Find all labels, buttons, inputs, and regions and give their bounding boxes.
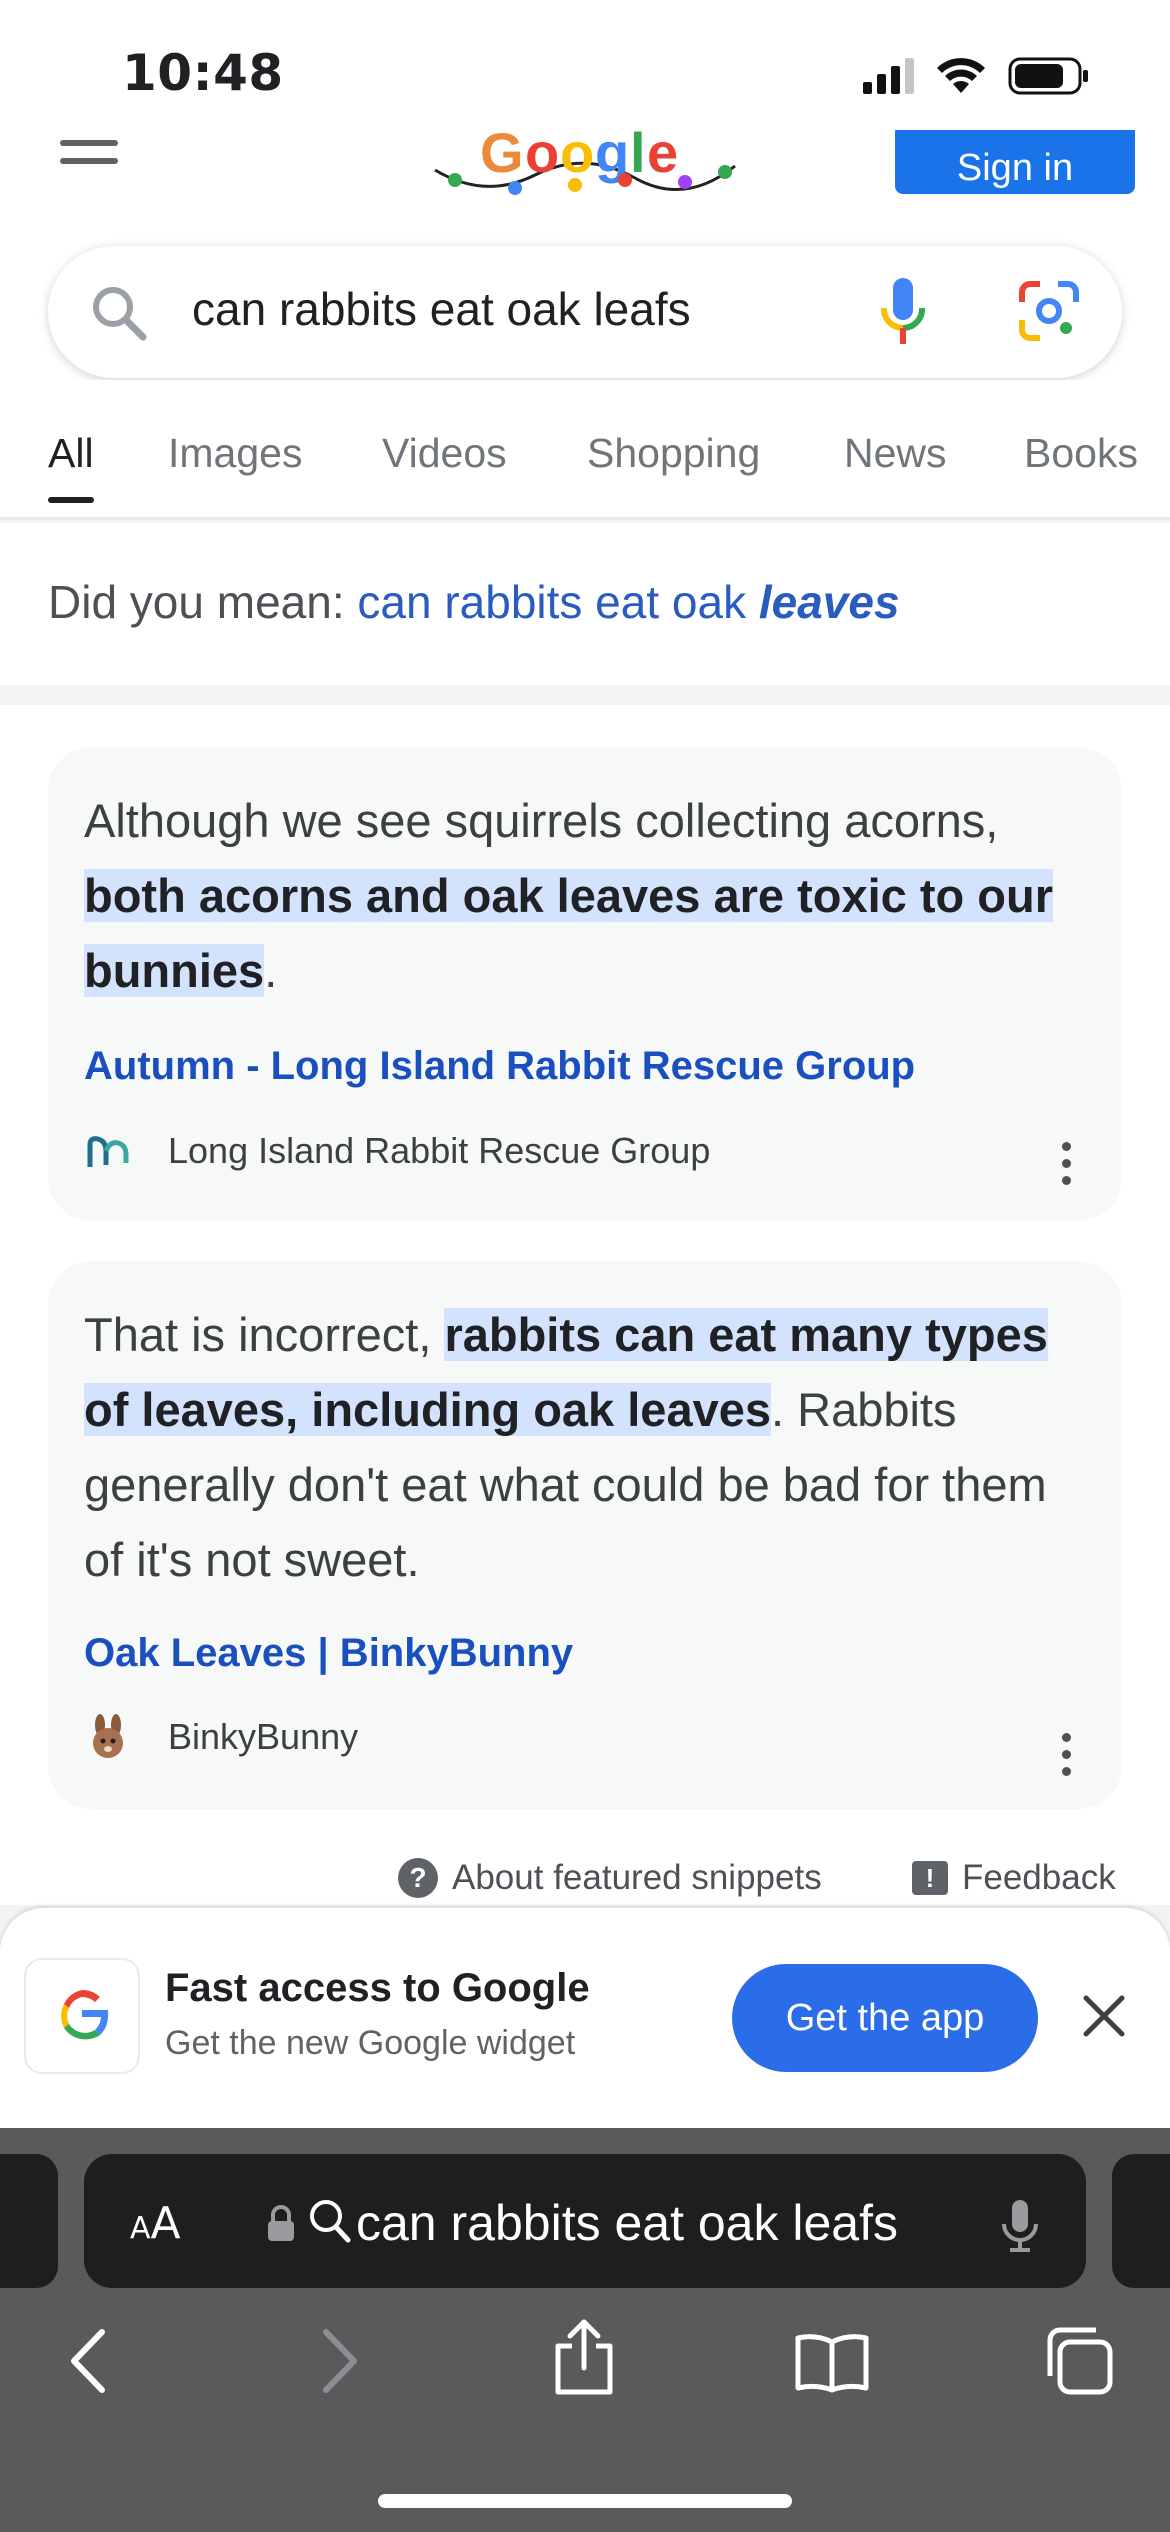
forward-icon [323,2329,357,2393]
google-lens-icon[interactable] [1018,280,1080,342]
source-name: BinkyBunny [168,1716,359,1757]
feedback-link[interactable]: ! Feedback [912,1858,1116,1898]
did-you-mean: Did you mean: can rabbits eat oak leaves [0,523,1170,685]
home-indicator [378,2494,792,2508]
svg-text:e: e [647,130,678,184]
bookmarks-icon[interactable] [794,2332,870,2394]
feedback-icon: ! [912,1861,948,1895]
featured-snippet-card: That is incorrect, rabbits can eat many … [48,1261,1122,1809]
search-tabs: All Images Videos Shopping News Books [0,380,1170,520]
svg-text:l: l [630,130,646,184]
previous-tab-address-bar[interactable] [0,2154,58,2288]
tab-images[interactable]: Images [168,430,302,477]
snippet-text: Although we see squirrels collecting aco… [84,794,1054,997]
status-icons [863,56,1090,96]
dictation-mic-icon[interactable] [1000,2198,1040,2254]
bunny-favicon-icon [84,1713,132,1761]
lock-icon [268,2205,294,2241]
more-options-icon[interactable] [1062,1142,1074,1185]
snippet-result-link[interactable]: Autumn - Long Island Rabbit Rescue Group [84,1044,915,1089]
snippet-text: That is incorrect, rabbits can eat many … [84,1308,1048,1586]
snippet-result-link[interactable]: Oak Leaves | BinkyBunny [84,1631,573,1676]
search-input[interactable]: can rabbits eat oak leafs [192,282,691,336]
wifi-icon [937,58,985,93]
cellular-signal-icon [863,58,914,94]
search-box[interactable]: can rabbits eat oak leafs [48,246,1122,378]
google-header: G o o g l e Sign in can rabbits eat oak … [0,130,1170,380]
snippet-source[interactable]: Long Island Rabbit Rescue Group [84,1127,710,1175]
tab-news[interactable]: News [844,430,947,477]
app-promo-sheet: Fast access to Google Get the new Google… [0,1908,1170,2128]
site-favicon-icon [84,1127,132,1175]
status-bar: 10:48 [0,0,1170,140]
share-icon[interactable] [552,2318,616,2396]
close-icon[interactable] [1078,1990,1130,2042]
tab-shopping[interactable]: Shopping [587,430,760,477]
back-icon[interactable] [66,2328,110,2394]
svg-text:o: o [560,130,594,184]
safari-toolbar: AA can rabbits eat oak leafs [0,2128,1170,2532]
search-icon [93,287,147,341]
hamburger-menu-icon[interactable] [60,140,118,176]
address-bar[interactable]: AA can rabbits eat oak leafs [84,2154,1086,2288]
promo-title: Fast access to Google [165,1966,590,2010]
tabs-icon[interactable] [1044,2326,1114,2396]
more-options-icon[interactable] [1062,1733,1074,1776]
did-you-mean-suggestion-link[interactable]: can rabbits eat oak leaves [357,576,899,628]
address-bar-text[interactable]: can rabbits eat oak leafs [356,2194,898,2252]
battery-icon [1008,57,1088,95]
voice-search-mic-icon[interactable] [878,276,928,348]
promo-subtitle: Get the new Google widget [165,2024,576,2062]
google-g-logo-icon [24,1958,140,2074]
svg-text:o: o [525,130,559,184]
search-icon [310,2200,351,2243]
did-you-mean-label: Did you mean: [48,576,358,628]
google-doodle-logo[interactable]: G o o g l e [425,130,745,200]
snippet-source[interactable]: BinkyBunny [84,1713,358,1761]
help-icon: ? [398,1858,438,1898]
about-featured-snippets-link[interactable]: ? About featured snippets [398,1858,822,1898]
get-the-app-button[interactable]: Get the app [732,1964,1038,2072]
sign-in-button[interactable]: Sign in [895,130,1135,194]
status-time: 10:48 [122,44,284,102]
tab-all[interactable]: All [48,430,94,503]
next-tab-address-bar[interactable] [1112,2154,1170,2288]
source-name: Long Island Rabbit Rescue Group [168,1130,711,1171]
tab-books[interactable]: Books [1024,430,1138,477]
featured-snippet-card: Although we see squirrels collecting aco… [48,747,1122,1221]
svg-text:G: G [480,130,524,184]
tab-videos[interactable]: Videos [382,430,507,477]
page-settings-aa-button[interactable]: AA [130,2198,181,2249]
